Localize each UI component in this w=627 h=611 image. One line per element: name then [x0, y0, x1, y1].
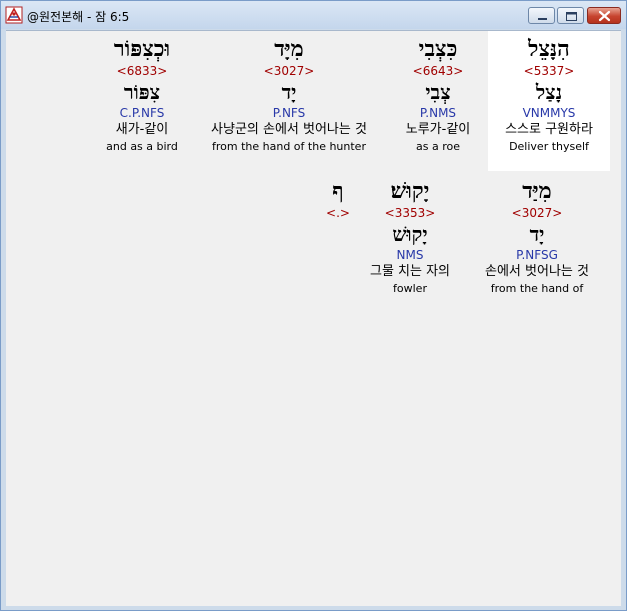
- lemma: יָקוּשׁ: [392, 222, 428, 246]
- strong-number-link[interactable]: <.>: [308, 205, 368, 221]
- minimize-button[interactable]: [528, 7, 555, 24]
- hebrew-word: הִנָּצֵל: [528, 36, 570, 62]
- window-title: @원전본해 - 잠 6:5: [27, 10, 130, 24]
- hebrew-word: מִיָּד: [274, 36, 304, 62]
- word-cell[interactable]: ף <.>: [308, 177, 368, 221]
- lemma: צִפּוֹר: [123, 80, 161, 104]
- lemma: נָצַל: [535, 80, 563, 104]
- morphology-code: P.NMS: [419, 106, 457, 120]
- korean-gloss: 새가-같이: [115, 122, 169, 137]
- hebrew-word: כִּצְבִי: [418, 36, 458, 62]
- english-gloss: Deliver thyself: [509, 140, 589, 153]
- english-gloss: as a roe: [416, 140, 460, 153]
- english-gloss: and as a bird: [106, 140, 178, 153]
- word-cell[interactable]: הִנָּצֵל <5337> נָצַל VNMMYS 스스로 구원하라 De…: [488, 31, 610, 171]
- word-cell[interactable]: וּכְצִפּוֹר <6833> צִפּוֹר C.P.NFS 새가-같이…: [80, 35, 204, 155]
- strong-number-link[interactable]: <6833>: [80, 63, 204, 79]
- word-cell[interactable]: כִּצְבִי <6643> צְבִי P.NMS 노루가-같이 as a …: [376, 35, 500, 155]
- korean-gloss: 사냥군의 손에서 벗어나는 것: [211, 122, 367, 137]
- maximize-icon: [566, 12, 577, 21]
- lemma: יָד: [529, 222, 545, 246]
- strong-number-link[interactable]: <6643>: [376, 63, 500, 79]
- morphology-code: P.NFSG: [516, 248, 558, 262]
- morphology-code: NMS: [396, 248, 424, 262]
- minimize-icon: [538, 18, 547, 20]
- korean-gloss: 그물 치는 자의: [369, 264, 451, 279]
- lemma: יָד: [281, 80, 297, 104]
- interlinear-panel: הִנָּצֵל <5337> נָצַל VNMMYS 스스로 구원하라 De…: [6, 30, 621, 606]
- english-gloss: from the hand of the hunter: [212, 140, 366, 153]
- korean-gloss: 스스로 구원하라: [505, 122, 593, 137]
- morphology-code: P.NFS: [272, 106, 306, 120]
- lemma: צְבִי: [425, 80, 451, 104]
- title-bar[interactable]: @원전본해 - 잠 6:5: [1, 1, 626, 29]
- strong-number-link[interactable]: <5337>: [488, 63, 610, 79]
- word-cell[interactable]: מִיַּד <3027> יָד P.NFSG 손에서 벗어나는 것 from…: [475, 177, 599, 297]
- korean-gloss: 노루가-같이: [405, 122, 471, 137]
- strong-number-link[interactable]: <3027>: [189, 63, 389, 79]
- strong-number-link[interactable]: <3027>: [475, 205, 599, 221]
- close-button[interactable]: [587, 7, 621, 24]
- english-gloss: fowler: [393, 282, 427, 295]
- morphology-code: VNMMYS: [522, 106, 576, 120]
- hebrew-word: ף: [332, 178, 344, 204]
- korean-gloss: 손에서 벗어나는 것: [485, 264, 589, 279]
- morphology-code: C.P.NFS: [119, 106, 165, 120]
- maximize-button[interactable]: [557, 7, 584, 24]
- word-cell[interactable]: מִיָּד <3027> יָד P.NFS 사냥군의 손에서 벗어나는 것 …: [189, 35, 389, 155]
- hebrew-word: וּכְצִפּוֹר: [113, 36, 171, 62]
- hebrew-word: מִיַּד: [522, 178, 552, 204]
- english-gloss: from the hand of: [490, 282, 584, 295]
- app-window: @원전본해 - 잠 6:5 הִנָּצֵל <5337> נָצַל VNMM…: [0, 0, 627, 611]
- app-logo-icon[interactable]: [5, 6, 23, 24]
- close-icon: [598, 10, 611, 22]
